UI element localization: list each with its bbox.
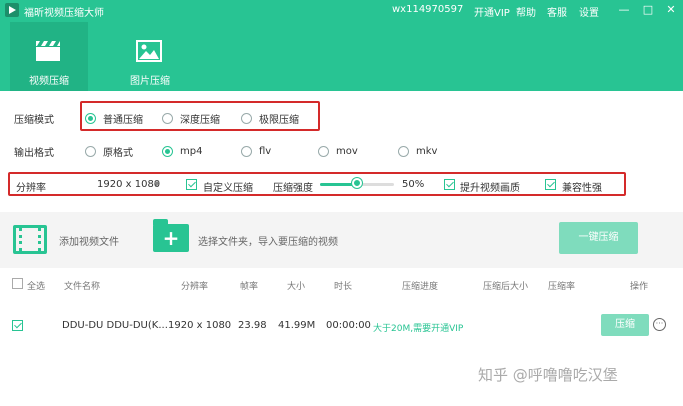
film-icon[interactable] (13, 225, 47, 254)
radio-circle (162, 145, 173, 157)
settings-link[interactable]: 设置 (579, 4, 599, 19)
radio-circle (85, 145, 96, 157)
strength-value: 50% (402, 179, 425, 190)
row-resolution: 1920 x 1080 (168, 320, 232, 331)
compress-all-button[interactable]: 一键压缩 (559, 222, 638, 254)
header-ratio: 压缩率 (548, 282, 576, 292)
row-filename: DDU-DU DDU-DU(K... (62, 320, 168, 331)
tab-image-compress[interactable]: 图片压缩 (111, 22, 189, 91)
app-logo-icon (5, 3, 19, 17)
tab-label: 视频压缩 (29, 76, 69, 87)
format-radio-mp4[interactable]: mp4 (162, 142, 202, 160)
row-checkbox[interactable] (12, 320, 23, 331)
header-filename: 文件名称 (64, 282, 101, 292)
header-compressed-size: 压缩后大小 (483, 282, 529, 292)
strength-slider-thumb[interactable] (352, 178, 362, 188)
row-duration: 00:00:00 (326, 320, 371, 331)
format-radio-mov[interactable]: mov (318, 142, 358, 160)
choose-folder-link[interactable]: 选择文件夹，导入要压缩的视频 (198, 233, 338, 248)
custom-compress-label: 自定义压缩 (203, 183, 253, 194)
open-vip-link[interactable]: 开通VIP (474, 4, 510, 19)
output-format-row: 输出格式 原格式 mp4 flv mov mkv (0, 140, 683, 162)
plus-icon: + (162, 226, 180, 250)
watermark: 知乎 @呼噜噜吃汉堡 (478, 366, 618, 384)
header-resolution: 分辨率 (181, 282, 209, 292)
user-id-link[interactable]: wx114970597 (392, 4, 463, 15)
help-link[interactable]: 帮助 (516, 4, 536, 19)
compress-mode-label: 压缩模式 (14, 115, 54, 126)
app-title: 福昕视频压缩大师 (24, 8, 104, 19)
output-format-label: 输出格式 (14, 148, 54, 159)
image-icon (136, 40, 162, 62)
radio-circle (398, 145, 409, 157)
header-actions: 操作 (630, 282, 649, 292)
title-bar: 福昕视频压缩大师 wx114970597 开通VIP 帮助 客服 设置 — □ … (0, 0, 683, 22)
highlight-box-mode (80, 101, 320, 131)
folder-add-icon[interactable]: + (153, 219, 189, 252)
radio-label: mp4 (180, 145, 203, 157)
header-size: 大小 (287, 282, 306, 292)
radio-label: mkv (416, 145, 438, 157)
row-progress-vip-link[interactable]: 大于20M,需要开通VIP (373, 321, 463, 334)
enhance-quality-checkbox[interactable] (444, 179, 455, 190)
row-framerate: 23.98 (238, 320, 267, 331)
resolution-label: 分辨率 (16, 183, 46, 194)
row-compress-button[interactable]: 压缩 (601, 314, 649, 336)
compatibility-checkbox[interactable] (545, 179, 556, 190)
custom-compress-checkbox[interactable] (186, 179, 197, 190)
tab-video-compress[interactable]: 视频压缩 (10, 22, 88, 91)
more-options-icon[interactable]: ··· (653, 318, 666, 331)
select-all-checkbox[interactable] (12, 278, 23, 289)
radio-circle (241, 145, 252, 157)
format-radio-mkv[interactable]: mkv (398, 142, 437, 160)
chevron-down-icon[interactable]: ▼ (154, 180, 159, 188)
add-video-link[interactable]: 添加视频文件 (59, 233, 119, 248)
enhance-quality-label: 提升视频画质 (460, 183, 520, 194)
table-row: DDU-DU DDU-DU(K... 1920 x 1080 23.98 41.… (0, 318, 683, 336)
radio-label: flv (259, 145, 272, 157)
resolution-select[interactable]: 1920 x 1080 (97, 179, 160, 190)
header-duration: 时长 (334, 282, 353, 292)
maximize-icon[interactable]: □ (641, 3, 655, 17)
format-radio-flv[interactable]: flv (241, 142, 271, 160)
header-select-all[interactable]: 全选 (27, 279, 45, 292)
radio-label: mov (336, 145, 358, 157)
radio-circle (318, 145, 329, 157)
format-radio-original[interactable]: 原格式 (85, 142, 133, 160)
table-header: 全选 文件名称 分辨率 帧率 大小 时长 压缩进度 压缩后大小 压缩率 操作 (0, 278, 683, 296)
service-link[interactable]: 客服 (547, 4, 567, 19)
close-icon[interactable]: ✕ (664, 3, 678, 17)
row-size: 41.99M (278, 320, 316, 331)
compatibility-label: 兼容性强 (562, 183, 602, 194)
video-clapper-icon (36, 41, 60, 61)
header-framerate: 帧率 (240, 282, 259, 292)
strength-label: 压缩强度 (273, 183, 313, 194)
radio-label: 原格式 (103, 147, 133, 159)
tab-label: 图片压缩 (130, 76, 170, 87)
mode-tabbar: 视频压缩 图片压缩 (0, 22, 683, 91)
minimize-icon[interactable]: — (617, 3, 631, 17)
header-progress: 压缩进度 (402, 282, 439, 292)
